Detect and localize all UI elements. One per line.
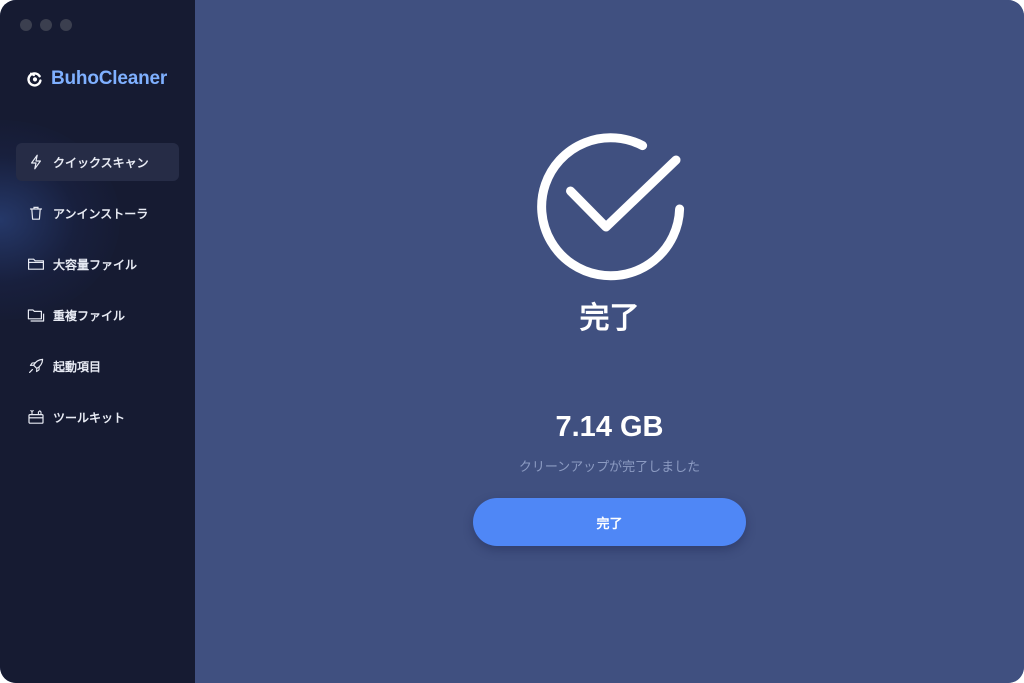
main-panel: 完了 7.14 GB クリーンアップが完了しました 完了 xyxy=(195,0,1024,683)
sidebar-item-label: クイックスキャン xyxy=(53,155,149,170)
sidebar-item-label: 大容量ファイル xyxy=(53,257,138,272)
window-controls xyxy=(20,19,72,31)
duplicate-folder-icon xyxy=(27,306,45,324)
app-window: BuhoCleaner クイックスキャン アンインストーラ 大容量ファイル 重複… xyxy=(0,0,1024,683)
sidebar-item-duplicate-files[interactable]: 重複ファイル xyxy=(16,296,179,334)
sidebar-item-uninstaller[interactable]: アンインストーラ xyxy=(16,194,179,232)
sidebar-item-quick-scan[interactable]: クイックスキャン xyxy=(16,143,179,181)
buho-logo-icon xyxy=(27,71,43,87)
zoom-window-button[interactable] xyxy=(60,19,72,31)
sidebar-item-startup-items[interactable]: 起動項目 xyxy=(16,347,179,385)
sidebar: BuhoCleaner クイックスキャン アンインストーラ 大容量ファイル 重複… xyxy=(0,0,195,683)
checkmark-circle-icon xyxy=(534,133,689,288)
cleanup-caption: クリーンアップが完了しました xyxy=(518,460,701,475)
trash-icon xyxy=(27,204,45,222)
close-window-button[interactable] xyxy=(20,19,32,31)
brand: BuhoCleaner xyxy=(27,68,167,90)
sidebar-item-label: 重複ファイル xyxy=(53,308,126,323)
app-name: BuhoCleaner xyxy=(51,68,168,89)
sidebar-item-toolkit[interactable]: ツールキット xyxy=(16,398,179,436)
toolbox-icon xyxy=(27,408,45,426)
folder-icon xyxy=(27,255,45,273)
status-title: 完了 xyxy=(579,301,640,336)
sidebar-item-label: アンインストーラ xyxy=(53,206,149,221)
done-button[interactable]: 完了 xyxy=(473,498,746,546)
sidebar-item-label: ツールキット xyxy=(53,410,126,425)
lightning-bolt-icon xyxy=(27,153,45,171)
sidebar-item-label: 起動項目 xyxy=(53,359,102,374)
sidebar-nav: クイックスキャン アンインストーラ 大容量ファイル 重複ファイル 起動項目 ツー… xyxy=(16,143,179,449)
cleaned-size-value: 7.14 GB xyxy=(555,411,664,443)
rocket-icon xyxy=(27,357,45,375)
minimize-window-button[interactable] xyxy=(40,19,52,31)
sidebar-item-large-files[interactable]: 大容量ファイル xyxy=(16,245,179,283)
